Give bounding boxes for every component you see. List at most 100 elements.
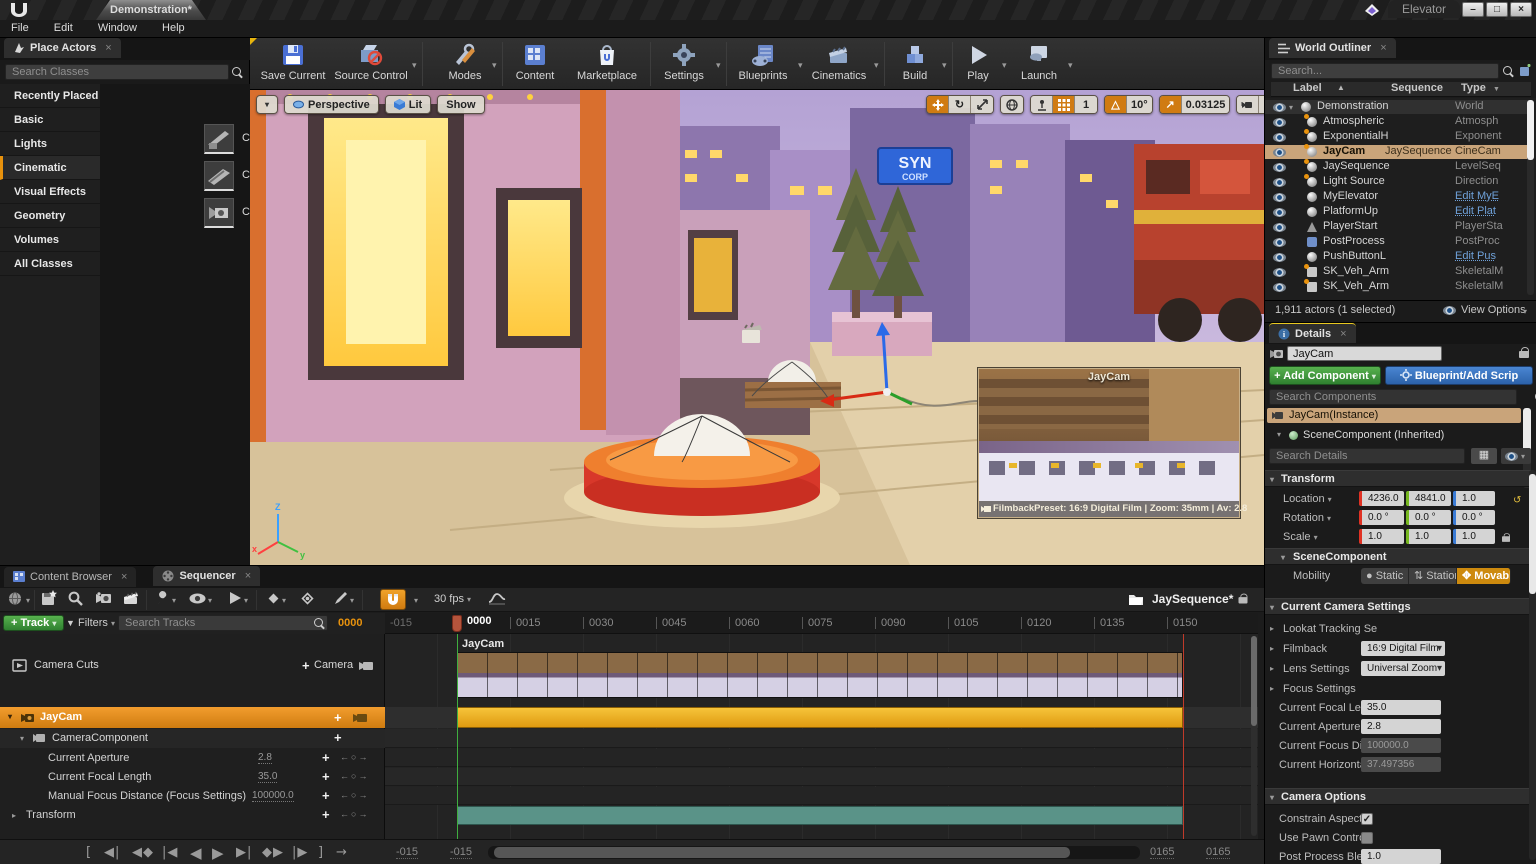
add-camera-button[interactable]: Camera <box>314 659 353 671</box>
property-value[interactable]: 100000.0 <box>252 790 294 802</box>
table-row[interactable]: PlatformUpEdit Plat <box>1265 205 1531 219</box>
filters-button[interactable]: ▼ Filters ▾ <box>66 617 115 629</box>
focal-length-field[interactable]: 35.0 <box>1361 700 1441 715</box>
rotation-snap-toggle-button[interactable]: △ <box>1105 96 1127 113</box>
next-key-button[interactable]: ◆▶ <box>262 845 284 860</box>
menu-edit[interactable]: Edit <box>43 20 84 36</box>
snap-magnet-button[interactable] <box>380 589 406 610</box>
location-z-field[interactable]: 1.0 <box>1453 491 1495 506</box>
category-geometry[interactable]: Geometry <box>0 204 100 228</box>
mobility-movable-button[interactable]: ✥ Movable <box>1457 568 1511 584</box>
expander-icon[interactable]: ▾ <box>1277 430 1281 439</box>
view-range-start-field[interactable]: -015 <box>396 846 418 859</box>
property-track-focal-length[interactable]: Current Focal Length 35.0 + ←○→ <box>0 768 385 786</box>
grid-snap-value[interactable]: 1 <box>1075 96 1097 113</box>
search-tracks-input[interactable] <box>118 615 328 631</box>
tracks-scrollbar[interactable] <box>1251 636 1257 836</box>
next-frame-button[interactable]: |▶ <box>292 845 308 860</box>
column-sequence[interactable]: Sequence <box>1391 82 1443 94</box>
visibility-eye-icon[interactable] <box>1273 133 1286 142</box>
launch-button[interactable]: Launch <box>1012 41 1066 87</box>
rotation-z-field[interactable]: 0.0 ° <box>1453 510 1495 525</box>
table-row-selected[interactable]: JayCamJaySequenceCineCam <box>1265 145 1531 159</box>
transform-section-bar[interactable] <box>457 806 1183 825</box>
search-components-input[interactable] <box>1269 389 1517 405</box>
column-type[interactable]: Type <box>1461 82 1486 94</box>
maximize-button[interactable]: □ <box>1486 2 1508 17</box>
visibility-eye-icon[interactable] <box>1273 238 1286 247</box>
close-tab-icon[interactable]: × <box>105 42 111 54</box>
table-row[interactable]: PushButtonLEdit Pus <box>1265 250 1531 264</box>
tab-content-browser[interactable]: Content Browser × <box>4 567 136 587</box>
search-classes-input[interactable] <box>5 64 229 80</box>
add-key-icon[interactable]: + <box>322 807 330 822</box>
launch-caret-icon[interactable]: ▾ <box>1068 60 1073 71</box>
visibility-eye-icon[interactable] <box>1273 163 1286 172</box>
category-basic[interactable]: Basic <box>0 108 100 132</box>
cinematics-caret-icon[interactable]: ▾ <box>874 60 879 71</box>
surface-snap-button[interactable] <box>1031 96 1053 113</box>
close-tab-icon[interactable]: × <box>121 571 127 583</box>
section-transform[interactable]: ▾Transform <box>1265 470 1531 487</box>
save-sequence-button[interactable] <box>38 588 60 608</box>
details-scrollbar[interactable] <box>1529 470 1536 860</box>
close-tab-icon[interactable]: × <box>245 570 251 582</box>
lens-dropdown[interactable]: Universal Zoom <box>1361 661 1445 676</box>
category-volumes[interactable]: Volumes <box>0 228 100 252</box>
translate-tool-button[interactable] <box>927 96 949 113</box>
table-row[interactable]: Light SourceDirection <box>1265 175 1531 189</box>
component-row-scene[interactable]: ▾ SceneComponent (Inherited) <box>1267 428 1521 443</box>
add-key-icon[interactable]: + <box>322 769 330 784</box>
world-local-toggle-button[interactable] <box>1001 96 1023 113</box>
category-lights[interactable]: Lights <box>0 132 100 156</box>
folder-icon[interactable] <box>1128 593 1144 606</box>
outliner-search-input[interactable] <box>1271 63 1499 79</box>
sequencer-actions-button[interactable] <box>152 588 174 608</box>
previous-frame-button[interactable]: ◀| <box>104 845 120 860</box>
set-start-button[interactable]: [ <box>86 845 92 860</box>
table-row[interactable]: ▾ Demonstration World <box>1265 100 1531 114</box>
blueprint-add-script-button[interactable]: Blueprint/Add Scrip <box>1385 366 1533 385</box>
timeline-scrollbar[interactable] <box>488 846 1140 859</box>
add-section-icon[interactable]: + <box>334 710 342 725</box>
scale-lock-icon[interactable] <box>1502 533 1510 542</box>
play-forward-button[interactable]: ▶ <box>212 844 225 862</box>
keyframe-options-button[interactable] <box>262 588 284 608</box>
rotation-label[interactable]: Rotation ▾ <box>1283 509 1331 528</box>
playback-options-button[interactable] <box>224 588 246 608</box>
key-navigation[interactable]: ←○→ <box>340 809 369 819</box>
view-options-button[interactable] <box>186 588 208 608</box>
edit-blueprint-link[interactable]: Edit MyE <box>1455 190 1525 202</box>
tab-details[interactable]: i Details × <box>1269 323 1356 343</box>
tab-world-outliner[interactable]: World Outliner × <box>1269 38 1396 58</box>
scale-z-field[interactable]: 1.0 <box>1453 529 1495 544</box>
build-caret-icon[interactable]: ▾ <box>942 60 947 71</box>
property-value[interactable]: 2.8 <box>258 752 272 764</box>
build-button[interactable]: Build <box>890 41 940 87</box>
content-button[interactable]: Content <box>506 41 564 87</box>
key-navigation[interactable]: ←○→ <box>340 752 369 762</box>
show-flags-button[interactable]: Show <box>437 95 484 114</box>
notification-icon[interactable] <box>1364 3 1380 17</box>
current-frame-display[interactable]: 0000 <box>338 617 362 629</box>
titlebar[interactable]: Demonstration* Elevator – □ × <box>0 0 1536 20</box>
auto-key-button[interactable] <box>296 588 318 608</box>
working-range-end-field[interactable]: 0165 <box>1150 846 1174 859</box>
curve-editor-button[interactable] <box>486 588 508 608</box>
visibility-eye-icon[interactable] <box>1273 208 1286 217</box>
blueprints-caret-icon[interactable]: ▾ <box>798 60 803 71</box>
category-recently-placed[interactable]: Recently Placed <box>0 84 100 108</box>
timeline-tracks[interactable]: JayCam <box>385 634 1258 839</box>
tab-place-actors[interactable]: Place Actors × <box>4 38 121 58</box>
expander-icon[interactable]: ▾ <box>8 712 12 721</box>
column-label[interactable]: Label <box>1293 82 1322 94</box>
visibility-eye-icon[interactable] <box>1273 223 1286 232</box>
visibility-eye-icon[interactable] <box>1273 118 1286 127</box>
save-current-button[interactable]: Save Current <box>256 41 330 87</box>
rotation-snap-value[interactable]: 10° <box>1127 96 1152 113</box>
grid-snap-toggle-button[interactable] <box>1053 96 1075 113</box>
menu-help[interactable]: Help <box>151 20 196 36</box>
level-tab[interactable]: Demonstration* <box>96 0 206 20</box>
scale-snap-value[interactable]: 0.03125 <box>1182 96 1230 113</box>
mobility-static-button[interactable]: ● Static <box>1361 568 1409 584</box>
